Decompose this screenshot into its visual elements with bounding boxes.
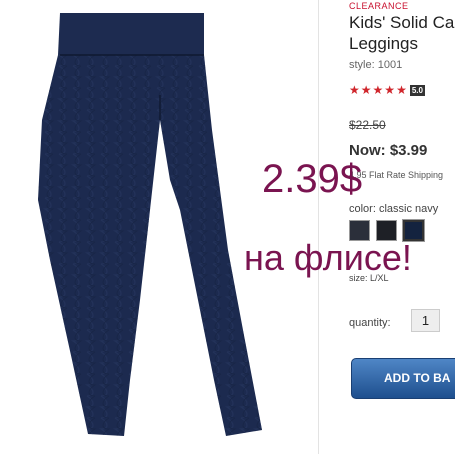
star-icon: ★ (349, 83, 360, 97)
star-icon: ★ (396, 83, 407, 97)
rating-stars[interactable]: ★ ★ ★ ★ ★ 5.0 (349, 84, 425, 96)
clearance-label: CLEARANCE (349, 1, 409, 11)
star-icon: ★ (384, 83, 396, 97)
overlay-price-note: 2.39$ (262, 157, 363, 201)
quantity-label: quantity: (349, 317, 391, 329)
rating-value-badge: 5.0 (409, 84, 425, 96)
product-title: Kids' Solid Ca Leggings (349, 13, 455, 53)
color-label: color: classic navy (349, 203, 439, 215)
star-icon: ★ (360, 83, 372, 97)
overlay-fleece-note: на флисе! (244, 237, 412, 278)
add-to-bag-button[interactable]: ADD TO BA (351, 358, 455, 399)
product-image[interactable] (0, 0, 318, 454)
style-number: style: 1001 (349, 59, 403, 71)
product-details-panel: CLEARANCE Kids' Solid Ca Leggings style:… (349, 0, 455, 454)
quantity-input[interactable]: 1 (411, 309, 440, 332)
shipping-info: 4.95 Flat Rate Shipping (349, 170, 444, 180)
original-price: $22.50 (349, 118, 386, 132)
column-divider (318, 0, 319, 454)
star-icon: ★ (372, 83, 384, 97)
